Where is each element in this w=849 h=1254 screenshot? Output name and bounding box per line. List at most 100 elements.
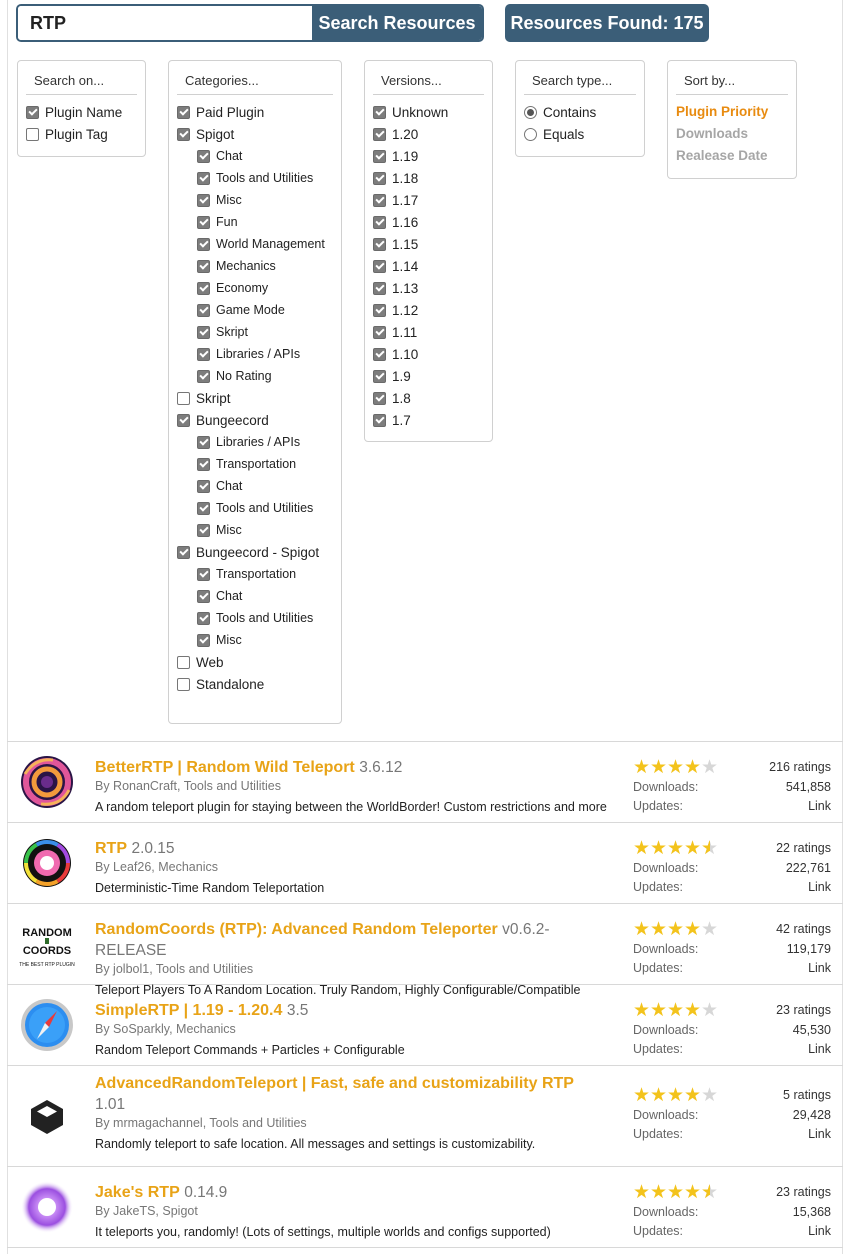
checkbox-option-mechanics[interactable]: Mechanics [177, 255, 333, 277]
checkbox[interactable] [373, 413, 386, 427]
checkbox[interactable] [177, 127, 190, 141]
sort-option-realease-date[interactable]: Realease Date [676, 145, 788, 167]
checkbox-option-standalone[interactable]: Standalone [177, 673, 333, 695]
checkbox-option-1-8[interactable]: 1.8 [373, 387, 484, 409]
checkbox-option-1-7[interactable]: 1.7 [373, 409, 484, 431]
checkbox[interactable] [197, 435, 210, 449]
checkbox-option-tools-and-utilities[interactable]: Tools and Utilities [177, 497, 333, 519]
updates-link[interactable]: Link [808, 1127, 831, 1141]
checkbox-option-misc[interactable]: Misc [177, 189, 333, 211]
checkbox-option-game-mode[interactable]: Game Mode [177, 299, 333, 321]
result-title-link[interactable]: RandomCoords (RTP): Advanced Random Tele… [95, 921, 498, 938]
checkbox-option-economy[interactable]: Economy [177, 277, 333, 299]
checkbox[interactable] [177, 391, 190, 405]
checkbox-option-spigot[interactable]: Spigot [177, 123, 333, 145]
search-input[interactable] [18, 6, 312, 40]
checkbox-option-misc[interactable]: Misc [177, 629, 333, 651]
checkbox[interactable] [197, 171, 210, 185]
checkbox[interactable] [373, 259, 386, 273]
checkbox-option-1-20[interactable]: 1.20 [373, 123, 484, 145]
checkbox[interactable] [373, 369, 386, 383]
checkbox[interactable] [197, 589, 210, 603]
checkbox-option-1-13[interactable]: 1.13 [373, 277, 484, 299]
checkbox[interactable] [373, 237, 386, 251]
checkbox-option-fun[interactable]: Fun [177, 211, 333, 233]
checkbox[interactable] [177, 545, 190, 559]
checkbox[interactable] [197, 479, 210, 493]
checkbox[interactable] [197, 325, 210, 339]
checkbox[interactable] [197, 303, 210, 317]
checkbox-option-chat[interactable]: Chat [177, 475, 333, 497]
checkbox[interactable] [373, 325, 386, 339]
checkbox[interactable] [373, 105, 386, 119]
sort-option-downloads[interactable]: Downloads [676, 123, 788, 145]
checkbox-option-tools-and-utilities[interactable]: Tools and Utilities [177, 607, 333, 629]
checkbox-option-transportation[interactable]: Transportation [177, 563, 333, 585]
checkbox[interactable] [177, 413, 190, 427]
checkbox-option-1-10[interactable]: 1.10 [373, 343, 484, 365]
checkbox-option-1-17[interactable]: 1.17 [373, 189, 484, 211]
checkbox[interactable] [26, 127, 39, 141]
rainbow-donut-icon[interactable] [19, 835, 75, 891]
swirl-icon[interactable] [19, 754, 75, 810]
radio-option-contains[interactable]: Contains [524, 101, 636, 123]
checkbox[interactable] [197, 457, 210, 471]
checkbox-option-plugin-name[interactable]: Plugin Name [26, 101, 137, 123]
result-title-link[interactable]: Jake's RTP [95, 1184, 180, 1201]
checkbox[interactable] [197, 501, 210, 515]
checkbox[interactable] [197, 193, 210, 207]
checkbox[interactable] [373, 127, 386, 141]
cube-icon[interactable] [19, 1088, 75, 1144]
result-title-link[interactable]: SimpleRTP | 1.19 - 1.20.4 [95, 1002, 282, 1019]
checkbox-option-1-14[interactable]: 1.14 [373, 255, 484, 277]
checkbox[interactable] [197, 567, 210, 581]
checkbox[interactable] [197, 259, 210, 273]
checkbox-option-skript[interactable]: Skript [177, 387, 333, 409]
purple-orb-icon[interactable] [19, 1179, 75, 1235]
updates-link[interactable]: Link [808, 961, 831, 975]
checkbox-option-1-19[interactable]: 1.19 [373, 145, 484, 167]
updates-link[interactable]: Link [808, 1224, 831, 1238]
compass-icon[interactable] [19, 997, 75, 1053]
checkbox[interactable] [197, 633, 210, 647]
checkbox-option-plugin-tag[interactable]: Plugin Tag [26, 123, 137, 145]
checkbox[interactable] [373, 347, 386, 361]
checkbox-option-unknown[interactable]: Unknown [373, 101, 484, 123]
checkbox-option-chat[interactable]: Chat [177, 585, 333, 607]
checkbox[interactable] [373, 149, 386, 163]
checkbox-option-no-rating[interactable]: No Rating [177, 365, 333, 387]
checkbox[interactable] [373, 303, 386, 317]
checkbox[interactable] [373, 171, 386, 185]
checkbox-option-libraries-apis[interactable]: Libraries / APIs [177, 343, 333, 365]
checkbox[interactable] [197, 281, 210, 295]
checkbox-option-paid-plugin[interactable]: Paid Plugin [177, 101, 333, 123]
checkbox[interactable] [373, 193, 386, 207]
checkbox-option-chat[interactable]: Chat [177, 145, 333, 167]
checkbox[interactable] [197, 149, 210, 163]
radio-button[interactable] [524, 105, 537, 119]
checkbox[interactable] [373, 215, 386, 229]
checkbox[interactable] [197, 237, 210, 251]
result-title-link[interactable]: BetterRTP | Random Wild Teleport [95, 759, 355, 776]
checkbox[interactable] [373, 391, 386, 405]
checkbox-option-1-9[interactable]: 1.9 [373, 365, 484, 387]
checkbox[interactable] [197, 611, 210, 625]
checkbox-option-1-16[interactable]: 1.16 [373, 211, 484, 233]
result-title-link[interactable]: AdvancedRandomTeleport | Fast, safe and … [95, 1075, 574, 1092]
checkbox-option-tools-and-utilities[interactable]: Tools and Utilities [177, 167, 333, 189]
checkbox[interactable] [197, 369, 210, 383]
checkbox-option-web[interactable]: Web [177, 651, 333, 673]
checkbox-option-1-11[interactable]: 1.11 [373, 321, 484, 343]
checkbox[interactable] [177, 105, 190, 119]
checkbox[interactable] [177, 655, 190, 669]
updates-link[interactable]: Link [808, 880, 831, 894]
checkbox[interactable] [177, 677, 190, 691]
updates-link[interactable]: Link [808, 799, 831, 813]
checkbox-option-transportation[interactable]: Transportation [177, 453, 333, 475]
checkbox[interactable] [26, 105, 39, 119]
randomcoords-logo-icon[interactable]: RANDOM COORDS THE BEST RTP PLUGIN [19, 916, 75, 972]
checkbox-option-bungeecord[interactable]: Bungeecord [177, 409, 333, 431]
checkbox[interactable] [197, 523, 210, 537]
checkbox-option-1-15[interactable]: 1.15 [373, 233, 484, 255]
checkbox-option-skript[interactable]: Skript [177, 321, 333, 343]
